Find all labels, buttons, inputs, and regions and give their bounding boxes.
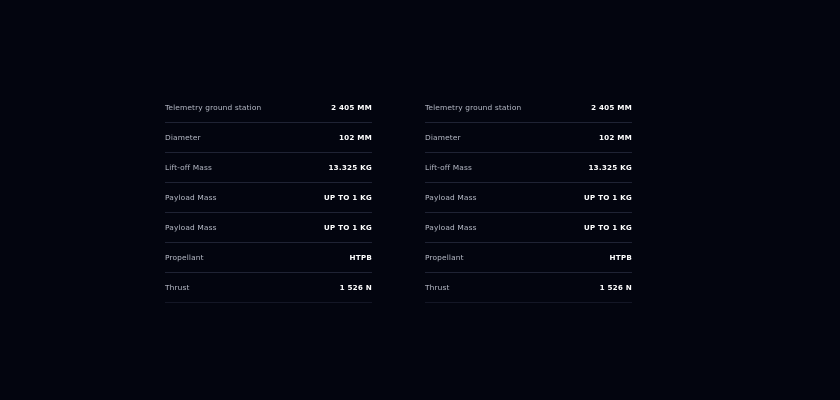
spec-value: UP TO 1 KG (583, 223, 632, 232)
spec-row-telemetry: Telemetry ground station 2 405 MM (425, 93, 632, 123)
spec-label: Telemetry ground station (165, 103, 262, 112)
spec-label: Payload Mass (165, 223, 217, 232)
spec-table-left: Telemetry ground station 2 405 MM Diamet… (165, 93, 372, 303)
specs-section: Telemetry ground station 2 405 MM Diamet… (0, 0, 840, 400)
spec-value: 13.325 KG (328, 163, 372, 172)
spec-label: Thrust (425, 283, 450, 292)
spec-label: Diameter (425, 133, 461, 142)
spec-row-payload-mass: Payload Mass UP TO 1 KG (425, 213, 632, 243)
spec-row-propellant: Propellant HTPB (165, 243, 372, 273)
spec-row-lift-off-mass: Lift-off Mass 13.325 KG (165, 153, 372, 183)
spec-label: Payload Mass (425, 223, 477, 232)
spec-value: HTPB (609, 253, 632, 262)
spec-label: Propellant (165, 253, 204, 262)
spec-value: 2 405 MM (331, 103, 372, 112)
spec-label: Payload Mass (165, 193, 217, 202)
spec-table-right: Telemetry ground station 2 405 MM Diamet… (425, 93, 632, 303)
spec-value: 13.325 KG (588, 163, 632, 172)
spec-row-thrust: Thrust 1 526 N (425, 273, 632, 303)
spec-value: 1 526 N (339, 283, 372, 292)
spec-row-thrust: Thrust 1 526 N (165, 273, 372, 303)
spec-row-payload-mass: Payload Mass UP TO 1 KG (165, 213, 372, 243)
spec-value: HTPB (349, 253, 372, 262)
spec-label: Payload Mass (425, 193, 477, 202)
spec-value: 102 MM (598, 133, 632, 142)
spec-row-payload-mass: Payload Mass UP TO 1 KG (165, 183, 372, 213)
spec-value: UP TO 1 KG (583, 193, 632, 202)
spec-row-lift-off-mass: Lift-off Mass 13.325 KG (425, 153, 632, 183)
spec-row-payload-mass: Payload Mass UP TO 1 KG (425, 183, 632, 213)
spec-row-diameter: Diameter 102 MM (165, 123, 372, 153)
spec-label: Lift-off Mass (425, 163, 472, 172)
spec-label: Telemetry ground station (425, 103, 522, 112)
spec-row-telemetry: Telemetry ground station 2 405 MM (165, 93, 372, 123)
spec-row-propellant: Propellant HTPB (425, 243, 632, 273)
spec-value: UP TO 1 KG (323, 193, 372, 202)
spec-value: 1 526 N (599, 283, 632, 292)
spec-value: 102 MM (338, 133, 372, 142)
spec-value: 2 405 MM (591, 103, 632, 112)
spec-label: Lift-off Mass (165, 163, 212, 172)
spec-label: Thrust (165, 283, 190, 292)
spec-label: Propellant (425, 253, 464, 262)
spec-value: UP TO 1 KG (323, 223, 372, 232)
spec-row-diameter: Diameter 102 MM (425, 123, 632, 153)
spec-label: Diameter (165, 133, 201, 142)
